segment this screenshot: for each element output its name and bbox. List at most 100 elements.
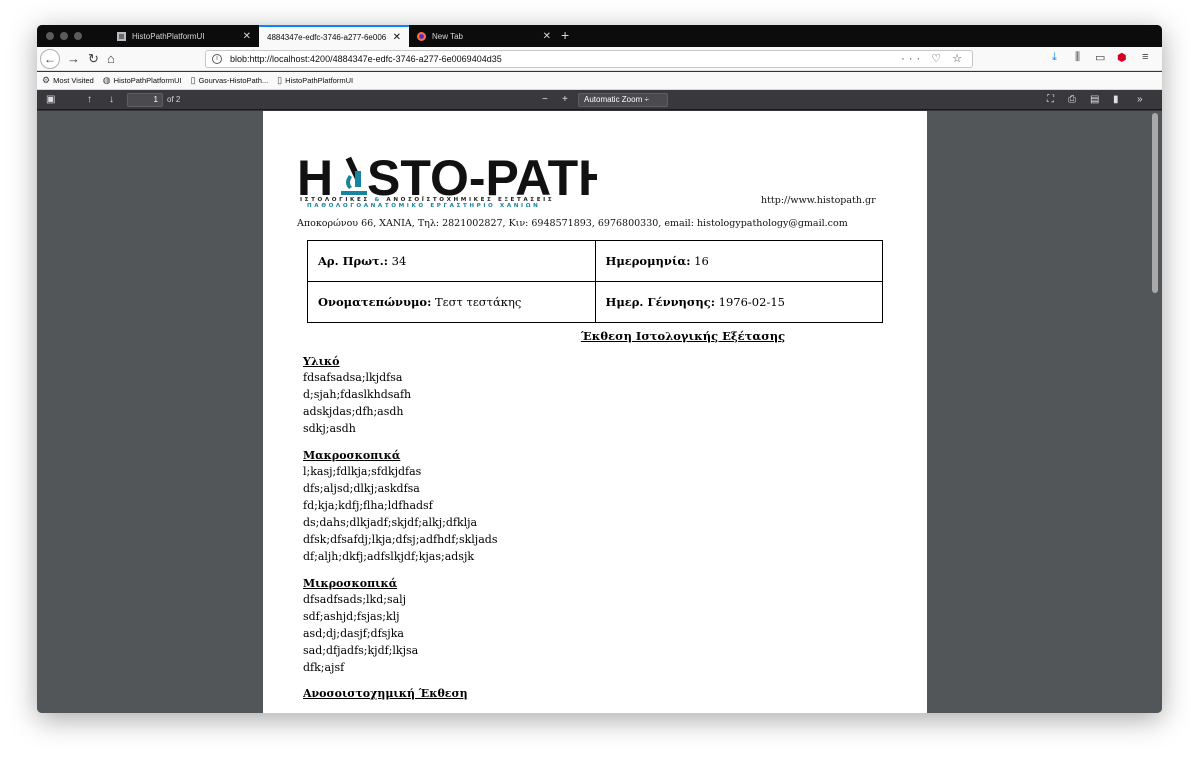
tab-title: HistoPathPlatformUI (132, 31, 205, 41)
navigation-bar: ← → ↻ ⌂ i blob:http://localhost:4200/488… (37, 47, 1162, 71)
name-cell: Ονοματεπώνυμο: Τεστ τεστάκης (307, 281, 596, 323)
tab-close-icon[interactable]: ✕ (393, 32, 401, 43)
zoom-select[interactable]: Automatic Zoom ÷ (578, 93, 668, 107)
bookmark-most-visited[interactable]: ⚙ Most Visited (42, 75, 94, 86)
bookmark-label: Most Visited (53, 76, 94, 85)
page-icon: ▯ (277, 75, 283, 85)
section-line: asd;dj;dasjf;dfsjka (303, 626, 404, 640)
section-heading: Υλικό (303, 355, 340, 368)
viewer-scrollbar[interactable] (1152, 113, 1158, 293)
protocol-cell: Αρ. Πρωτ.: 34 (307, 240, 596, 282)
tab-histopath[interactable]: HistoPathPlatformUI ✕ (109, 25, 259, 47)
protocol-label: Αρ. Πρωτ.: (318, 254, 389, 268)
info-icon[interactable]: i (212, 54, 222, 64)
previous-page-icon[interactable]: ↑ (87, 94, 92, 105)
section-line: d;sjah;fdaslkhdsafh (303, 387, 412, 401)
back-button[interactable]: ← (40, 49, 60, 69)
window-minimize-button[interactable] (60, 32, 68, 40)
downloads-icon[interactable]: ⤓ (1052, 51, 1057, 64)
new-tab-button[interactable]: + (561, 27, 569, 43)
bookmark-histopath-ui-2[interactable]: ▯ HistoPathPlatformUI (277, 75, 353, 86)
section-heading: Μακροσκοπικά (303, 449, 401, 462)
next-page-icon[interactable]: ↓ (109, 94, 114, 105)
zoom-out-button[interactable]: − (542, 94, 548, 105)
bookmark-histopath-ui[interactable]: ◍ HistoPathPlatformUI (103, 75, 182, 86)
tab-title: 4884347e-edfc-3746-a277-6e006 (267, 32, 387, 42)
tab-close-icon[interactable]: ✕ (543, 31, 551, 42)
page-icon: ▯ (190, 75, 196, 85)
bookmarks-toolbar: ⚙ Most Visited ◍ HistoPathPlatformUI ▯ Gour… (37, 72, 1162, 90)
url-bar[interactable]: i blob:http://localhost:4200/4884347e-ed… (205, 50, 973, 68)
pdf-viewer[interactable]: H STO-PATH ΙΣΤΟΛΟΓΙΚΕΣ & ΑΝΟΣΟΪΣΤΟΧΗΜΙΚΕ… (37, 111, 1162, 713)
section-line: sdkj;asdh (303, 421, 356, 435)
sidebar-toggle-icon[interactable]: ▣ (46, 94, 55, 105)
bookmark-label: Gourvas-HistoPath... (198, 76, 269, 85)
tab-strip: HistoPathPlatformUI ✕ 4884347e-edfc-3746… (37, 25, 1162, 47)
protocol-value: 34 (388, 254, 407, 268)
section-line: dfsadfsads;lkd;salj (303, 593, 407, 606)
name-value: Τεστ τεστάκης (431, 295, 522, 309)
page-count: of 2 (167, 95, 181, 104)
section-material: Υλικό fdsafsadsa;lkjdfsa d;sjah;fdaslkhd… (303, 354, 411, 438)
home-button[interactable]: ⌂ (107, 50, 115, 68)
logo-tagline-2: ΠΑΘΟΛΟΓΟΑΝΑΤΟΜΙΚΟ ΕΡΓΑΣΤΗΡΙΟ ΧΑΝΙΩΝ (307, 203, 541, 209)
dob-value: 1976-02-15 (715, 295, 785, 309)
section-line: adskjdas;dfh;asdh (303, 404, 404, 418)
pdf-page: H STO-PATH ΙΣΤΟΛΟΓΙΚΕΣ & ΑΝΟΣΟΪΣΤΟΧΗΜΙΚΕ… (263, 111, 927, 713)
website: http://www.histopath.gr (761, 195, 876, 206)
gear-icon: ⚙ (42, 75, 51, 85)
patient-info-table: Αρ. Πρωτ.: 34 Ημερομηνία: 16 Ονοματεπώνυ… (307, 240, 883, 323)
dob-label: Ημερ. Γέννησης: (605, 295, 716, 309)
section-line: ds;dahs;dlkjadf;skjdf;alkj;dfklja (303, 515, 478, 529)
forward-button[interactable]: → (67, 50, 80, 68)
url-text: blob:http://localhost:4200/4884347e-edfc… (230, 54, 502, 64)
section-line: dfsk;dfsafdj;lkja;dfsj;adfhdf;skljads (303, 532, 498, 546)
section-line: fd;kja;kdfj;flha;ldfhadsf (303, 498, 433, 512)
menu-icon[interactable]: ≡ (1142, 51, 1148, 63)
sidebar-icon[interactable]: ▭ (1095, 51, 1105, 64)
date-value: 16 (690, 254, 709, 268)
bookmark-icon[interactable]: ▮ (1113, 94, 1119, 105)
dob-cell: Ημερ. Γέννησης: 1976-02-15 (594, 281, 883, 323)
section-heading: Μικροσκοπικά (303, 577, 398, 590)
page-number-input[interactable]: 1 (127, 93, 163, 107)
globe-icon: ◍ (102, 75, 111, 85)
library-icon[interactable]: ⫼ (1075, 51, 1080, 64)
window-close-button[interactable] (46, 32, 54, 40)
section-heading: Ανοσοιστοχημική Έκθεση (303, 687, 468, 700)
ublock-icon[interactable]: ⬢ (1117, 51, 1127, 64)
section-line: l;kasj;fdlkja;sfdkjdfas (303, 465, 422, 478)
bookmark-gourvas[interactable]: ▯ Gourvas-HistoPath... (191, 75, 269, 86)
print-icon[interactable]: ⎙ (1068, 94, 1076, 105)
section-microscopic: Μικροσκοπικά dfsadfsads;lkd;salj sdf;ash… (303, 576, 418, 677)
bookmark-label: HistoPathPlatformUI (285, 76, 354, 85)
presentation-mode-icon[interactable]: ⛶ (1047, 94, 1054, 105)
bookmark-label: HistoPathPlatformUI (113, 76, 182, 85)
zoom-value: Automatic Zoom (584, 95, 643, 104)
tab-close-icon[interactable]: ✕ (243, 31, 251, 42)
logo-text-right: STO-PATH (367, 153, 597, 201)
pdf-toolbar: ▣ ↑ ↓ 1 of 2 − + Automatic Zoom ÷ ⛶ ⎙ ▤ … (37, 90, 1162, 110)
section-line: dfk;ajsf (303, 660, 345, 674)
date-cell: Ημερομηνία: 16 (594, 240, 883, 282)
tab-new-tab[interactable]: New Tab ✕ (409, 25, 559, 47)
section-line: sad;dfjadfs;kjdf;lkjsa (303, 643, 419, 657)
reload-button[interactable]: ↻ (88, 50, 99, 68)
firefox-icon (417, 31, 426, 41)
save-icon[interactable]: ▤ (1090, 94, 1099, 105)
tools-icon[interactable]: » (1137, 94, 1143, 105)
section-line: sdf;ashjd;fsjas;klj (303, 609, 400, 623)
address: Αποκορώνου 66, ΧΑΝΙΑ, Τηλ: 2821002827, Κ… (297, 218, 848, 229)
browser-window: HistoPathPlatformUI ✕ 4884347e-edfc-3746… (37, 25, 1162, 713)
section-macroscopic: Μακροσκοπικά l;kasj;fdlkja;sfdkjdfas dfs… (303, 448, 497, 565)
tab-blob-document[interactable]: 4884347e-edfc-3746-a277-6e006 ✕ (259, 25, 409, 47)
name-label: Ονοματεπώνυμο: (318, 295, 432, 309)
histopath-logo: H STO-PATH (297, 153, 597, 201)
page-actions-icon[interactable]: ··· ♡ ☆ (901, 52, 966, 65)
section-line: df;aljh;dkfj;adfslkjdf;kjas;adsjk (303, 549, 475, 563)
section-line: fdsafsadsa;lkjdfsa (303, 371, 403, 384)
section-line: dfs;aljsd;dlkj;askdfsa (303, 481, 420, 495)
zoom-in-button[interactable]: + (562, 94, 568, 105)
report-title: Έκθεση Ιστολογικής Εξέτασης (580, 329, 786, 343)
window-maximize-button[interactable] (74, 32, 82, 40)
